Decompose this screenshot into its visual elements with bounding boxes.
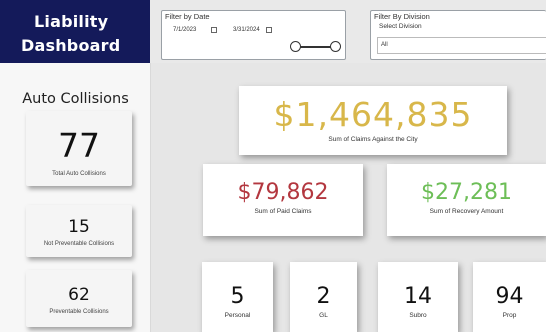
top-bar: Liability Dashboard Filter by Date 7/1/2…: [0, 0, 546, 63]
title-line-1: Liability: [34, 12, 109, 31]
card-value: $27,281: [421, 180, 512, 205]
calendar-icon[interactable]: [266, 27, 272, 33]
card-label: Sum of Claims Against the City: [328, 136, 418, 143]
recovery-amount-card: $27,281 Sum of Recovery Amount: [387, 164, 546, 236]
division-dropdown[interactable]: All: [377, 37, 546, 54]
end-date-value: 3/31/2024: [233, 27, 260, 33]
card-label: GL: [319, 312, 328, 319]
division-filter-slicer: Filter By Division Select Division All: [370, 10, 546, 60]
card-value: 62: [68, 285, 90, 305]
end-date-input[interactable]: 3/31/2024: [224, 25, 282, 36]
auto-collisions-title: Auto Collisions: [22, 91, 129, 107]
date-range-end-handle[interactable]: [330, 41, 341, 52]
title-line-2: Dashboard: [21, 36, 121, 55]
division-filter-subtitle: Select Division: [379, 23, 422, 30]
card-value: 15: [68, 217, 90, 237]
gl-claims-card: 2 GL: [290, 262, 357, 332]
card-value: $79,862: [237, 180, 329, 205]
card-label: Subro: [409, 312, 427, 319]
card-label: Sum of Paid Claims: [254, 208, 312, 215]
calendar-icon[interactable]: [211, 27, 217, 33]
card-value: 77: [58, 126, 100, 165]
card-label: Total Auto Collisions: [52, 171, 106, 177]
date-filter-title: Filter by Date: [165, 12, 210, 21]
card-value: $1,464,835: [273, 95, 473, 134]
not-preventable-card: 15 Not Preventable Collisions: [26, 205, 132, 257]
division-selected-value: All: [381, 42, 388, 48]
date-range-track[interactable]: [295, 46, 335, 48]
prop-claims-card: 94 Prop: [473, 262, 546, 332]
claims-total-card: $1,464,835 Sum of Claims Against the Cit…: [239, 86, 507, 155]
paid-claims-card: $79,862 Sum of Paid Claims: [203, 164, 363, 236]
card-value: 5: [230, 284, 245, 309]
auto-collisions-panel: Auto Collisions 77 Total Auto Collisions…: [0, 63, 151, 332]
card-value: 94: [495, 284, 524, 309]
date-range-start-handle[interactable]: [290, 41, 301, 52]
card-label: Not Preventable Collisions: [43, 241, 115, 247]
division-filter-title: Filter By Division: [374, 12, 430, 21]
card-label: Personal: [224, 312, 251, 319]
subro-claims-card: 14 Subro: [378, 262, 458, 332]
preventable-card: 62 Preventable Collisions: [26, 270, 132, 327]
start-date-input[interactable]: 7/1/2023: [164, 25, 222, 36]
card-label: Prop: [502, 312, 517, 319]
date-filter-slicer: Filter by Date 7/1/2023 3/31/2024: [161, 10, 346, 60]
personal-claims-card: 5 Personal: [202, 262, 273, 332]
card-value: 14: [404, 284, 432, 309]
card-label: Preventable Collisions: [49, 309, 109, 315]
dashboard-title: Liability Dashboard: [0, 0, 150, 63]
card-value: 2: [316, 284, 331, 309]
total-auto-collisions-card: 77 Total Auto Collisions: [26, 111, 132, 186]
card-label: Sum of Recovery Amount: [429, 208, 504, 215]
start-date-value: 7/1/2023: [173, 27, 197, 33]
